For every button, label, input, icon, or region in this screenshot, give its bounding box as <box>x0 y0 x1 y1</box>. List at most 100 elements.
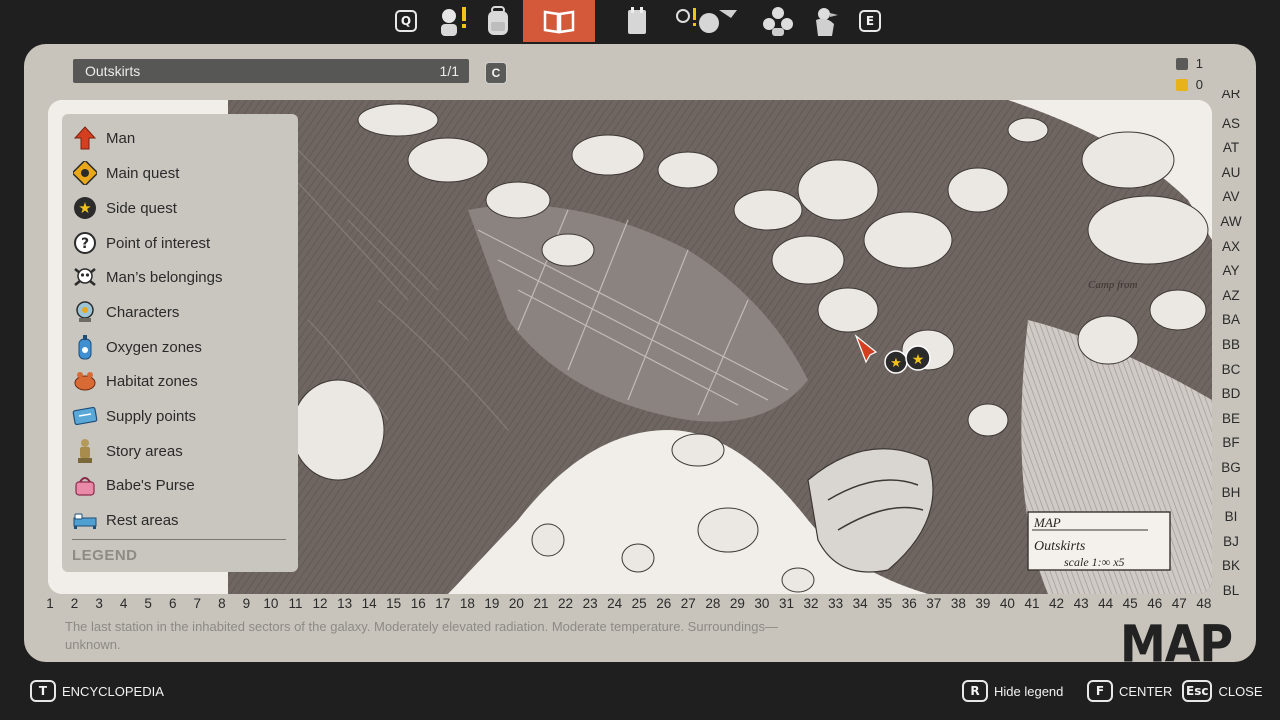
center-button[interactable]: F CENTER <box>1087 680 1172 702</box>
map-column-label: 46 <box>1147 596 1163 611</box>
legend-panel: Man Main quest ★ Side quest ? Point of i… <box>62 114 298 572</box>
map-column-label: 23 <box>582 596 598 611</box>
map-row-label: BG <box>1221 460 1241 475</box>
tab-crafting[interactable] <box>670 4 742 38</box>
tab-journal[interactable] <box>617 4 657 38</box>
question-mark-icon: ? <box>72 230 98 256</box>
top-tab-bar: Q E <box>0 0 1280 42</box>
map-row-label: BE <box>1221 410 1240 426</box>
purse-icon <box>72 472 98 498</box>
map-column-label: 26 <box>656 596 672 611</box>
next-tab-key[interactable]: E <box>859 4 881 38</box>
map-panel: Outskirts 1/1 C 1 0 Camp from MAP Outski… <box>24 44 1256 669</box>
svg-text:MAP: MAP <box>1033 515 1061 530</box>
hide-legend-button[interactable]: R Hide legend <box>962 680 1063 702</box>
encyclopedia-button[interactable]: T ENCYCLOPEDIA <box>30 680 164 702</box>
tab-map[interactable] <box>523 0 595 42</box>
svg-text:Outskirts: Outskirts <box>1034 539 1086 554</box>
map-sketch-note: Camp from <box>1088 279 1137 291</box>
side-quest-star-icon: ★ <box>72 195 98 221</box>
map-column-label: 35 <box>877 596 893 611</box>
map-row-label: AT <box>1222 140 1240 156</box>
map-column-label: 8 <box>218 596 226 611</box>
map-row-label: AW <box>1220 214 1242 229</box>
legend-item-babes-purse[interactable]: Babe's Purse <box>72 470 195 500</box>
map-column-label: 25 <box>631 596 647 611</box>
map-row-label: AX <box>1221 238 1240 254</box>
svg-text:★: ★ <box>912 352 925 368</box>
map-column-label: 18 <box>459 596 475 611</box>
map-column-label: 29 <box>729 596 745 611</box>
document-counter: 1 <box>1175 56 1203 71</box>
legend-item-point-of-interest[interactable]: ? Point of interest <box>72 228 210 258</box>
map-column-label: 47 <box>1171 596 1187 611</box>
tab-characters[interactable] <box>758 4 798 38</box>
map-column-label: 15 <box>386 596 402 611</box>
legend-item-rest-areas[interactable]: Rest areas <box>72 505 179 535</box>
map-column-label: 34 <box>852 596 868 611</box>
side-quest-marker[interactable]: ★ <box>884 350 908 374</box>
map-column-label: 31 <box>778 596 795 611</box>
document-icon <box>1175 57 1188 70</box>
svg-text:?: ? <box>81 236 89 252</box>
legend-title: LEGEND <box>72 547 138 564</box>
map-column-label: 1 <box>46 596 54 611</box>
supply-ticket-icon <box>72 403 98 429</box>
map-column-label: 37 <box>926 596 942 611</box>
legend-item-habitat-zones[interactable]: Habitat zones <box>72 366 198 396</box>
statue-icon <box>72 438 98 464</box>
legend-item-oxygen-zones[interactable]: Oxygen zones <box>72 332 202 362</box>
map-column-label: 30 <box>754 596 770 611</box>
map-column-label: 22 <box>558 596 574 611</box>
man-alert-icon <box>441 7 466 36</box>
open-book-icon <box>543 10 575 34</box>
map-column-label: 24 <box>607 596 623 611</box>
map-column-label: 41 <box>1024 596 1040 611</box>
map-row-label: BB <box>1221 337 1240 352</box>
map-column-label: 14 <box>361 596 377 611</box>
cycle-location-key[interactable]: C <box>485 62 507 84</box>
map-column-label: 7 <box>193 596 202 611</box>
legend-item-supply-points[interactable]: Supply points <box>72 401 196 431</box>
map-row-label: BJ <box>1223 533 1239 549</box>
bed-icon <box>72 507 98 533</box>
panel-title: MAP <box>1120 614 1233 674</box>
map-column-label: 44 <box>1098 596 1114 611</box>
map-row-label: BH <box>1221 484 1241 500</box>
map-column-label: 27 <box>680 596 696 611</box>
globe-character-icon <box>72 299 98 325</box>
notebook-icon <box>628 7 646 34</box>
map-column-label: 4 <box>119 596 128 611</box>
tab-inventory[interactable] <box>478 4 518 38</box>
location-selector[interactable]: Outskirts 1/1 <box>73 59 469 83</box>
map-column-label: 38 <box>950 596 966 611</box>
oxygen-tank-icon <box>72 334 98 360</box>
map-row-label: BC <box>1221 361 1241 377</box>
map-column-label: 39 <box>975 596 991 611</box>
map-column-label: 33 <box>828 596 844 611</box>
tab-creatures[interactable] <box>806 4 846 38</box>
legend-divider <box>72 539 286 540</box>
main-quest-marker[interactable]: ★ <box>905 345 931 371</box>
map-column-label: 6 <box>168 596 177 611</box>
tab-quests[interactable] <box>432 4 472 38</box>
map-column-label: 5 <box>144 596 152 611</box>
radiation-counter: 0 <box>1175 77 1203 92</box>
backpack-icon <box>488 6 508 35</box>
legend-item-man[interactable]: Man <box>72 123 135 153</box>
map-row-label: BL <box>1222 583 1240 598</box>
map-column-label: 17 <box>435 596 451 611</box>
legend-item-characters[interactable]: Characters <box>72 297 179 327</box>
close-button[interactable]: Esc CLOSE <box>1182 680 1263 702</box>
legend-item-main-quest[interactable]: Main quest <box>72 158 179 188</box>
map-column-label: 32 <box>803 596 819 611</box>
map-cartouche: MAP Outskirts scale 1:∞ x5 <box>1027 511 1171 571</box>
map-row-label: BA <box>1221 312 1240 328</box>
map-column-label: 48 <box>1196 596 1212 611</box>
prev-tab-key[interactable]: Q <box>395 4 417 38</box>
legend-item-mans-belongings[interactable]: Man’s belongings <box>72 262 222 292</box>
legend-item-story-areas[interactable]: Story areas <box>72 436 183 466</box>
legend-item-side-quest[interactable]: ★ Side quest <box>72 193 177 223</box>
map-row-label: BD <box>1221 386 1241 402</box>
map-column-label: 3 <box>95 596 103 611</box>
